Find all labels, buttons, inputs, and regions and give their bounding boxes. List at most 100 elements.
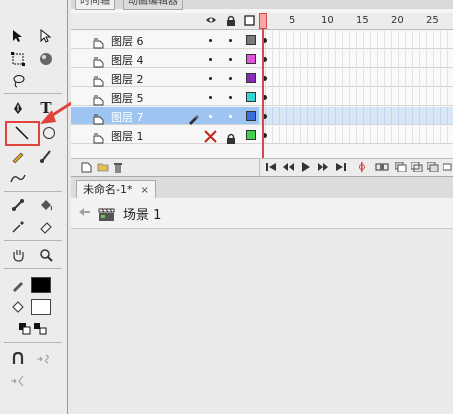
layer-name-area[interactable]: 图层 6 bbox=[71, 31, 259, 49]
scene-label[interactable]: 场景 1 bbox=[123, 204, 161, 223]
visibility-toggle[interactable] bbox=[209, 96, 212, 99]
edit-bar: 场景 1 bbox=[71, 198, 453, 229]
swap-colors-icon[interactable] bbox=[32, 320, 50, 338]
onion-markers-icon[interactable] bbox=[442, 162, 453, 175]
previous-frame-icon[interactable] bbox=[283, 162, 295, 175]
onion-skin-icon[interactable] bbox=[394, 161, 407, 175]
tab-motion-editor[interactable]: 动画编辑器 bbox=[123, 0, 183, 10]
layer-page-icon bbox=[93, 110, 104, 125]
stroke-color-swatch[interactable] bbox=[31, 277, 51, 293]
layer-name-area[interactable]: 图层 5 bbox=[71, 88, 259, 106]
layer-frames[interactable] bbox=[259, 31, 453, 49]
layer-page-icon bbox=[93, 129, 104, 144]
layer-name-area[interactable]: 图层 1 bbox=[71, 126, 259, 144]
lock-toggle[interactable] bbox=[229, 39, 232, 42]
layer-outline-color-swatch[interactable] bbox=[246, 54, 256, 64]
visibility-toggle[interactable] bbox=[209, 58, 212, 61]
document-tab-label: 未命名-1* bbox=[83, 183, 133, 196]
layer-outline-color-swatch[interactable] bbox=[246, 73, 256, 83]
lock-toggle[interactable] bbox=[229, 115, 232, 118]
first-frame-icon[interactable] bbox=[265, 162, 277, 175]
layer-name-area[interactable]: 图层 7 bbox=[71, 107, 259, 125]
smooth-icon[interactable] bbox=[35, 350, 53, 368]
fill-color-swatch[interactable] bbox=[31, 299, 51, 315]
frame-number: 5 bbox=[289, 15, 296, 26]
document-tab[interactable]: 未命名-1* × bbox=[76, 180, 156, 200]
back-arrow-icon[interactable] bbox=[79, 206, 91, 221]
layer-name: 图层 5 bbox=[111, 92, 144, 105]
deco-tool-icon[interactable] bbox=[9, 169, 27, 187]
layer-frames[interactable] bbox=[259, 50, 453, 68]
play-icon[interactable] bbox=[301, 162, 311, 175]
tools-divider bbox=[4, 342, 62, 343]
pencil-tool-icon[interactable] bbox=[9, 147, 27, 165]
delete-layer-icon[interactable] bbox=[113, 162, 123, 176]
onion-skin-outlines-icon[interactable] bbox=[410, 161, 423, 175]
layer-name-area[interactable]: 图层 2 bbox=[71, 69, 259, 87]
layer-name-area[interactable]: 图层 4 bbox=[71, 50, 259, 68]
tab-timeline[interactable]: 时间轴 bbox=[75, 0, 115, 10]
layer-name: 图层 1 bbox=[111, 130, 144, 143]
layer-frames[interactable] bbox=[259, 126, 453, 144]
brush-tool-icon[interactable] bbox=[37, 147, 55, 165]
frame-number: 25 bbox=[426, 15, 439, 26]
tools-divider bbox=[4, 191, 62, 192]
frame-number: 20 bbox=[391, 15, 404, 26]
layer-frames[interactable] bbox=[259, 69, 453, 87]
center-frame-icon[interactable] bbox=[375, 162, 389, 175]
layer-outline-color-swatch[interactable] bbox=[246, 130, 256, 140]
visibility-toggle[interactable] bbox=[209, 77, 212, 80]
document-tab-bar: 未命名-1* × bbox=[71, 176, 453, 200]
snap-to-objects-icon[interactable] bbox=[9, 350, 27, 368]
visibility-toggle[interactable] bbox=[209, 39, 212, 42]
eye-icon[interactable] bbox=[205, 15, 217, 28]
layer-name: 图层 7 bbox=[111, 111, 144, 124]
layer-name: 图层 2 bbox=[111, 73, 144, 86]
layer-outline-color-swatch[interactable] bbox=[246, 35, 256, 45]
footer-divider bbox=[259, 159, 260, 177]
lock-toggle[interactable] bbox=[229, 96, 232, 99]
loop-icon[interactable] bbox=[359, 162, 371, 175]
paint-bucket-tool-icon[interactable] bbox=[37, 196, 55, 214]
lock-toggle[interactable] bbox=[229, 58, 232, 61]
frame-number: 15 bbox=[356, 15, 369, 26]
locked-icon[interactable] bbox=[226, 129, 236, 148]
hidden-x-icon[interactable] bbox=[204, 128, 217, 147]
next-frame-icon[interactable] bbox=[317, 162, 329, 175]
bone-tool-icon[interactable] bbox=[9, 196, 27, 214]
lock-toggle[interactable] bbox=[229, 77, 232, 80]
new-layer-icon[interactable] bbox=[81, 162, 92, 176]
timeline-footer bbox=[71, 158, 453, 177]
eraser-tool-icon[interactable] bbox=[37, 218, 55, 236]
layer-frames[interactable] bbox=[259, 88, 453, 106]
visibility-toggle[interactable] bbox=[209, 115, 212, 118]
zoom-tool-icon[interactable] bbox=[37, 246, 55, 264]
scene-clapper-icon bbox=[98, 207, 116, 226]
edit-multiple-frames-icon[interactable] bbox=[426, 161, 439, 175]
layer-page-icon bbox=[93, 53, 104, 68]
lock-icon[interactable] bbox=[226, 15, 236, 29]
hand-tool-icon[interactable] bbox=[9, 246, 27, 264]
stage-area[interactable] bbox=[71, 229, 453, 414]
eyedropper-tool-icon[interactable] bbox=[9, 218, 27, 236]
layer-name: 图层 6 bbox=[111, 35, 144, 48]
playhead[interactable] bbox=[259, 13, 267, 29]
layer-outline-color-swatch[interactable] bbox=[246, 92, 256, 102]
layer-name: 图层 4 bbox=[111, 54, 144, 67]
layer-page-icon bbox=[93, 72, 104, 87]
close-icon[interactable]: × bbox=[140, 185, 148, 196]
last-frame-icon[interactable] bbox=[335, 162, 347, 175]
new-folder-icon[interactable] bbox=[97, 162, 109, 175]
outline-square-icon[interactable] bbox=[244, 15, 255, 29]
straighten-icon[interactable] bbox=[9, 372, 27, 390]
layer-frames[interactable] bbox=[259, 107, 453, 125]
fill-color-bucket-icon bbox=[9, 298, 27, 316]
timeline-panel: 时间轴 动画编辑器 1 5 10 15 20 25 图层 6图层 4图层 2图层… bbox=[71, 0, 453, 177]
layer-page-icon bbox=[93, 91, 104, 106]
timeline-tab-strip: 时间轴 动画编辑器 bbox=[71, 0, 453, 10]
tools-divider bbox=[4, 240, 62, 241]
playhead-line bbox=[262, 29, 264, 158]
layer-outline-color-swatch[interactable] bbox=[246, 111, 256, 121]
stroke-color-pencil-icon bbox=[9, 276, 27, 294]
tools-divider bbox=[4, 268, 62, 269]
